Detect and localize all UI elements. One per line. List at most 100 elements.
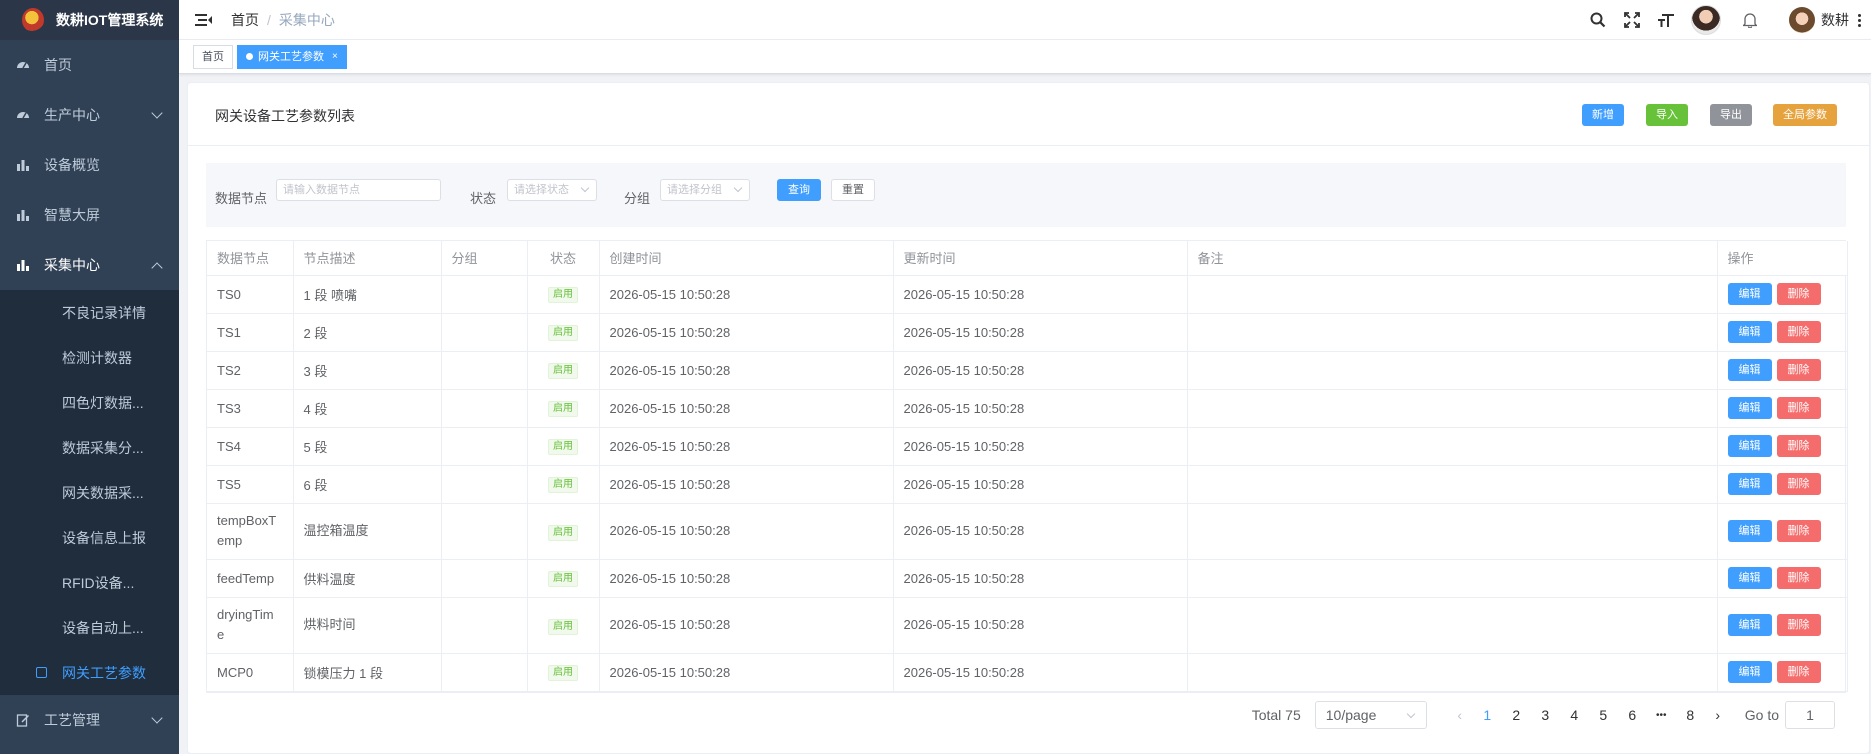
- table-row: TS4 5 段 启用 2026-05-15 10:50:28 2026-05-1…: [207, 427, 1848, 466]
- submenu-item-device-info-report[interactable]: 设备信息上报: [0, 515, 179, 560]
- submenu-item-rfid-device[interactable]: RFID设备...: [0, 560, 179, 605]
- delete-button[interactable]: 删除: [1776, 661, 1821, 683]
- submenu-item-gateway-data[interactable]: 网关数据采...: [0, 470, 179, 515]
- delete-button[interactable]: 删除: [1776, 359, 1821, 381]
- cell-node-line: e: [217, 627, 225, 642]
- user-avatar[interactable]: [1789, 7, 1815, 33]
- table-row: MCP0 锁模压力 1 段 启用 2026-05-15 10:50:28 202…: [207, 653, 1848, 692]
- sidebar-item-collection-center[interactable]: 采集中心: [0, 240, 179, 290]
- column-header-remark: 备注: [1187, 241, 1718, 276]
- card-header: 网关设备工艺参数列表 新增 导入 导出 全局参数: [188, 83, 1869, 146]
- notification-bell-icon[interactable]: [1741, 11, 1759, 29]
- close-icon[interactable]: ×: [332, 46, 338, 68]
- more-pages-icon[interactable]: •••: [1647, 710, 1676, 721]
- more-menu-icon[interactable]: [1857, 13, 1861, 28]
- sidebar-item-device-overview[interactable]: 设备概览: [0, 140, 179, 190]
- submenu-item-detection-counter[interactable]: 检测计数器: [0, 335, 179, 380]
- cell-created: 2026-05-15 10:50:28: [599, 313, 894, 352]
- cell-actions: 编辑 删除: [1717, 275, 1848, 314]
- table-row: TS3 4 段 启用 2026-05-15 10:50:28 2026-05-1…: [207, 389, 1848, 428]
- column-header-group: 分组: [441, 241, 528, 276]
- query-button[interactable]: 查询: [777, 179, 821, 201]
- sidebar-item-process-management[interactable]: 工艺管理: [0, 695, 179, 745]
- page-number[interactable]: 1: [1473, 707, 1502, 723]
- prev-page-icon[interactable]: ‹: [1447, 707, 1473, 723]
- cell-remark: [1187, 275, 1718, 314]
- delete-button[interactable]: 删除: [1776, 614, 1821, 636]
- delete-button[interactable]: 删除: [1776, 397, 1821, 419]
- cell-node: feedTemp: [207, 559, 294, 598]
- cell-desc: 2 段: [293, 313, 442, 352]
- edit-button[interactable]: 编辑: [1727, 567, 1772, 589]
- page-number[interactable]: 5: [1589, 707, 1618, 723]
- logo-area[interactable]: 数耕IOT管理系统: [0, 0, 179, 40]
- cell-actions: 编辑 删除: [1717, 653, 1848, 692]
- tag-home[interactable]: 首页: [193, 44, 233, 69]
- delete-button[interactable]: 删除: [1776, 520, 1821, 542]
- cell-remark: [1187, 389, 1718, 428]
- edit-button[interactable]: 编辑: [1727, 321, 1772, 343]
- page-size-select[interactable]: 10/page: [1314, 701, 1427, 729]
- edit-button[interactable]: 编辑: [1727, 614, 1772, 636]
- cell-group: [441, 465, 528, 504]
- table-row: TS1 2 段 启用 2026-05-15 10:50:28 2026-05-1…: [207, 313, 1848, 352]
- cell-updated: 2026-05-15 10:50:28: [893, 653, 1188, 692]
- next-page-icon[interactable]: ›: [1705, 707, 1731, 723]
- delete-button[interactable]: 删除: [1776, 283, 1821, 305]
- cell-node: MCP0: [207, 653, 294, 692]
- page-number[interactable]: 4: [1560, 707, 1589, 723]
- delete-button[interactable]: 删除: [1776, 321, 1821, 343]
- edit-button[interactable]: 编辑: [1727, 435, 1772, 457]
- edit-button[interactable]: 编辑: [1727, 359, 1772, 381]
- font-size-icon[interactable]: [1657, 11, 1675, 29]
- edit-button[interactable]: 编辑: [1727, 661, 1772, 683]
- reset-button[interactable]: 重置: [831, 179, 875, 201]
- delete-button[interactable]: 删除: [1776, 473, 1821, 495]
- cell-updated: 2026-05-15 10:50:28: [893, 389, 1188, 428]
- cell-node: tempBoxT emp: [207, 503, 294, 560]
- breadcrumb-home[interactable]: 首页: [231, 10, 259, 30]
- menu-toggle-icon[interactable]: [195, 13, 212, 27]
- submenu-item-label: 网关工艺参数: [62, 664, 146, 681]
- sidebar-item-production[interactable]: 生产中心: [0, 90, 179, 140]
- user-name[interactable]: 数耕: [1821, 10, 1849, 30]
- cell-status: 启用: [527, 313, 600, 352]
- avatar[interactable]: [1691, 5, 1721, 35]
- cell-created: 2026-05-15 10:50:28: [599, 597, 894, 654]
- edit-button[interactable]: 编辑: [1727, 520, 1772, 542]
- search-icon[interactable]: [1589, 11, 1607, 29]
- submenu-item-data-collection[interactable]: 数据采集分...: [0, 425, 179, 470]
- tag-gateway-process-params[interactable]: 网关工艺参数 ×: [237, 44, 347, 69]
- export-button[interactable]: 导出: [1710, 104, 1752, 126]
- node-search-input[interactable]: 请输入数据节点: [276, 179, 441, 201]
- cell-status: 启用: [527, 653, 600, 692]
- import-button[interactable]: 导入: [1646, 104, 1688, 126]
- submenu-item-defect-records[interactable]: 不良记录详情: [0, 290, 179, 335]
- edit-button[interactable]: 编辑: [1727, 283, 1772, 305]
- sidebar-item-home[interactable]: 首页: [0, 40, 179, 90]
- page-number[interactable]: 3: [1531, 707, 1560, 723]
- goto-page-input[interactable]: 1: [1785, 701, 1835, 729]
- cell-status: 启用: [527, 351, 600, 390]
- submenu-item-device-auto-report[interactable]: 设备自动上...: [0, 605, 179, 650]
- page-number[interactable]: 6: [1618, 707, 1647, 723]
- global-params-button[interactable]: 全局参数: [1773, 104, 1837, 126]
- edit-button[interactable]: 编辑: [1727, 397, 1772, 419]
- page-number[interactable]: 2: [1502, 707, 1531, 723]
- status-select[interactable]: 请选择状态: [507, 179, 597, 201]
- delete-button[interactable]: 删除: [1776, 567, 1821, 589]
- add-button[interactable]: 新增: [1582, 104, 1624, 126]
- group-select[interactable]: 请选择分组: [660, 179, 750, 201]
- page-number[interactable]: 8: [1676, 707, 1705, 723]
- edit-button[interactable]: 编辑: [1727, 473, 1772, 495]
- delete-button[interactable]: 删除: [1776, 435, 1821, 457]
- status-badge: 启用: [548, 477, 578, 493]
- cell-desc: 3 段: [293, 351, 442, 390]
- submenu-item-four-color-light[interactable]: 四色灯数据...: [0, 380, 179, 425]
- collection-submenu: 不良记录详情 检测计数器 四色灯数据... 数据采集分... 网关数据采... …: [0, 290, 179, 695]
- submenu-item-gateway-process-params[interactable]: 网关工艺参数: [0, 650, 179, 695]
- sidebar-item-smart-screen[interactable]: 智慧大屏: [0, 190, 179, 240]
- fullscreen-icon[interactable]: [1623, 11, 1641, 29]
- cell-desc: 烘料时间: [293, 597, 442, 654]
- status-label: 状态: [470, 191, 497, 206]
